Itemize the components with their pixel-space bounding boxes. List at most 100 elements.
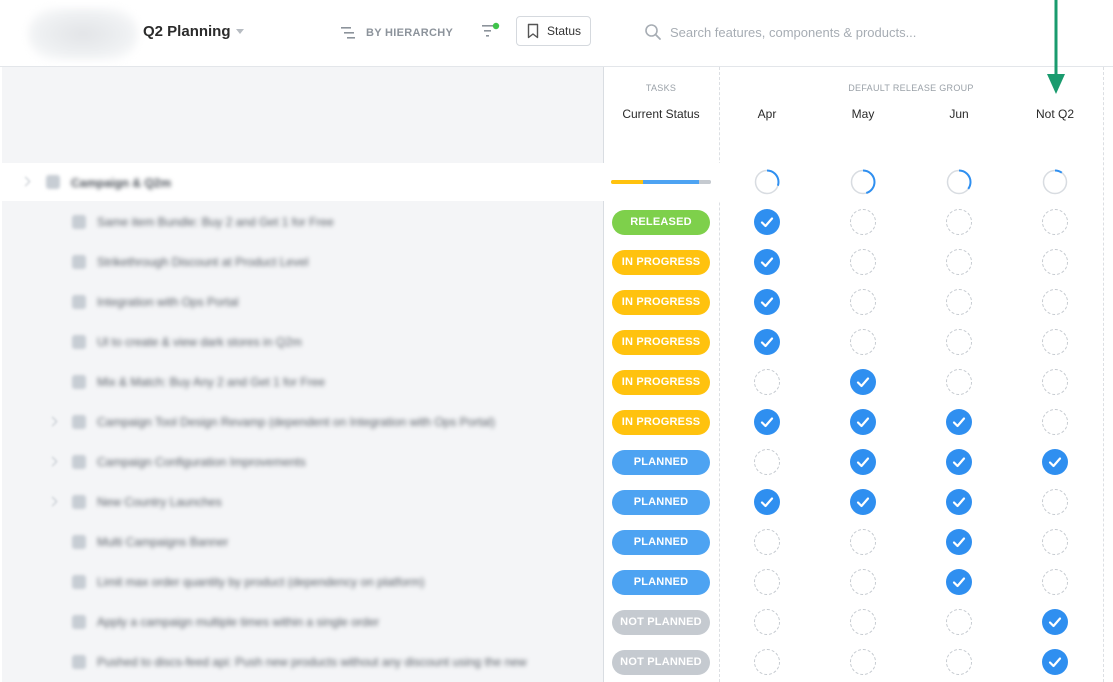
progress-segment [699, 180, 711, 184]
empty-circle-icon[interactable] [850, 529, 876, 555]
workspace-logo[interactable] [28, 8, 138, 60]
feature-icon [72, 215, 86, 229]
checked-circle-icon[interactable] [946, 529, 972, 555]
checked-circle-icon[interactable] [754, 329, 780, 355]
empty-circle-icon[interactable] [1042, 409, 1068, 435]
status-badge[interactable]: NOT PLANNED [612, 649, 710, 675]
checked-circle-icon[interactable] [850, 369, 876, 395]
column-divider [1103, 67, 1104, 682]
feature-label[interactable]: New Country Launches [97, 495, 222, 509]
feature-label[interactable]: Integration with Ops Portal [97, 295, 238, 309]
checked-circle-icon[interactable] [850, 489, 876, 515]
checked-circle-icon[interactable] [754, 289, 780, 315]
empty-circle-icon[interactable] [1042, 289, 1068, 315]
checked-circle-icon[interactable] [1042, 609, 1068, 635]
empty-circle-icon[interactable] [850, 289, 876, 315]
empty-circle-icon[interactable] [754, 649, 780, 675]
feature-label[interactable]: Campaign Tool Design Revamp (dependent o… [97, 415, 495, 429]
status-badge[interactable]: NOT PLANNED [612, 609, 710, 635]
empty-circle-icon[interactable] [850, 249, 876, 275]
checked-circle-icon[interactable] [754, 209, 780, 235]
feature-icon [72, 375, 86, 389]
empty-circle-icon[interactable] [850, 649, 876, 675]
feature-label[interactable]: Multi Campaigns Banner [97, 535, 228, 549]
empty-circle-icon[interactable] [946, 249, 972, 275]
status-badge[interactable]: IN PROGRESS [612, 369, 710, 395]
chevron-down-icon[interactable] [236, 29, 244, 34]
search-icon [645, 24, 661, 40]
status-badge[interactable]: PLANNED [612, 489, 710, 515]
status-badge[interactable]: IN PROGRESS [612, 249, 710, 275]
checkmark-icon [760, 297, 774, 308]
status-button[interactable]: Status [516, 16, 591, 46]
search-bar[interactable] [644, 21, 1084, 43]
feature-icon [72, 495, 86, 509]
status-badge[interactable]: PLANNED [612, 449, 710, 475]
month-header-apr[interactable]: Apr [719, 107, 815, 121]
status-badge[interactable]: IN PROGRESS [612, 409, 710, 435]
checkmark-icon [1048, 457, 1062, 468]
empty-circle-icon[interactable] [850, 209, 876, 235]
feature-label[interactable]: Limit max order quantity by product (dep… [97, 575, 425, 589]
checked-circle-icon[interactable] [850, 449, 876, 475]
status-badge[interactable]: PLANNED [612, 569, 710, 595]
checked-circle-icon[interactable] [946, 489, 972, 515]
checked-circle-icon[interactable] [946, 409, 972, 435]
empty-circle-icon[interactable] [850, 609, 876, 635]
empty-circle-icon[interactable] [754, 609, 780, 635]
feature-label[interactable]: Apply a campaign multiple times within a… [97, 615, 379, 629]
empty-circle-icon[interactable] [754, 369, 780, 395]
checked-circle-icon[interactable] [1042, 649, 1068, 675]
checked-circle-icon[interactable] [946, 569, 972, 595]
checked-circle-icon[interactable] [754, 249, 780, 275]
empty-circle-icon[interactable] [1042, 249, 1068, 275]
checked-circle-icon[interactable] [754, 409, 780, 435]
empty-circle-icon[interactable] [754, 449, 780, 475]
empty-circle-icon[interactable] [946, 369, 972, 395]
status-badge[interactable]: IN PROGRESS [612, 329, 710, 355]
empty-circle-icon[interactable] [1042, 369, 1068, 395]
feature-label[interactable]: Mix & Match: Buy Any 2 and Get 1 for Fre… [97, 375, 325, 389]
folder-icon [46, 175, 60, 189]
feature-label[interactable]: Ul to create & view dark stores in Q2m [97, 335, 302, 349]
empty-circle-icon[interactable] [754, 529, 780, 555]
empty-circle-icon[interactable] [1042, 529, 1068, 555]
empty-circle-icon[interactable] [946, 649, 972, 675]
checked-circle-icon[interactable] [946, 449, 972, 475]
hierarchy-view-toggle[interactable]: BY HIERARCHY [340, 24, 453, 42]
feature-label[interactable]: Pushed to discs-feed api: Push new produ… [97, 655, 527, 669]
empty-circle-icon[interactable] [946, 209, 972, 235]
filter-icon [482, 22, 500, 37]
month-header-may[interactable]: May [815, 107, 911, 121]
checkmark-icon [760, 217, 774, 228]
feature-label[interactable]: Campaign Configuration Improvements [97, 455, 306, 469]
empty-circle-icon[interactable] [946, 329, 972, 355]
empty-circle-icon[interactable] [1042, 489, 1068, 515]
feature-label[interactable]: Same item Bundle: Buy 2 and Get 1 for Fr… [97, 215, 334, 229]
empty-circle-icon[interactable] [850, 329, 876, 355]
checked-circle-icon[interactable] [754, 489, 780, 515]
checkmark-icon [760, 257, 774, 268]
empty-circle-icon[interactable] [1042, 209, 1068, 235]
feature-label[interactable]: Strikethrough Discount at Product Level [97, 255, 308, 269]
search-input[interactable] [668, 23, 1072, 41]
empty-circle-icon[interactable] [754, 569, 780, 595]
checked-circle-icon[interactable] [850, 409, 876, 435]
checkmark-icon [856, 377, 870, 388]
current-status-header[interactable]: Current Status [603, 107, 719, 121]
checkmark-icon [952, 537, 966, 548]
status-badge[interactable]: RELEASED [612, 209, 710, 235]
filter-button[interactable] [481, 22, 501, 47]
empty-circle-icon[interactable] [946, 609, 972, 635]
checkmark-icon [1048, 657, 1062, 668]
empty-circle-icon[interactable] [1042, 569, 1068, 595]
empty-circle-icon[interactable] [1042, 329, 1068, 355]
month-header-jun[interactable]: Jun [911, 107, 1007, 121]
empty-circle-icon[interactable] [850, 569, 876, 595]
status-badge[interactable]: IN PROGRESS [612, 289, 710, 315]
empty-circle-icon[interactable] [946, 289, 972, 315]
status-badge[interactable]: PLANNED [612, 529, 710, 555]
month-header-not-q2[interactable]: Not Q2 [1007, 107, 1103, 121]
checked-circle-icon[interactable] [1042, 449, 1068, 475]
page-title[interactable]: Q2 Planning [143, 23, 231, 40]
